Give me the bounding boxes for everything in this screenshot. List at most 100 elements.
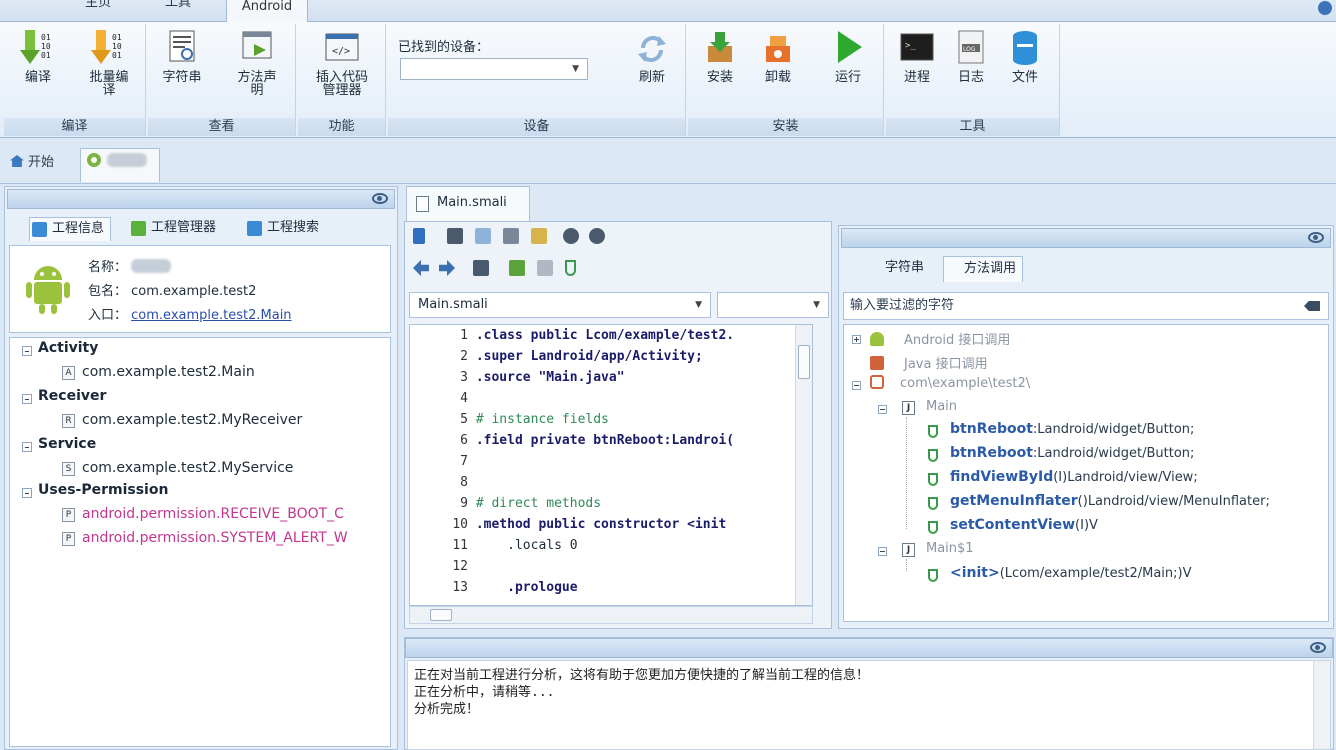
filter-input[interactable]: 输入要过滤的字符: [843, 292, 1329, 320]
install-button[interactable]: 安装: [692, 28, 748, 84]
tree-service[interactable]: Service: [38, 436, 96, 452]
strings-button[interactable]: 字符串: [154, 28, 210, 84]
strings-label: 字符串: [162, 70, 202, 85]
editor-tab-main-smali[interactable]: Main.smali: [406, 186, 530, 222]
eye-icon[interactable]: [372, 193, 388, 204]
tree-receiver-item[interactable]: Rcom.example.test2.MyReceiver: [62, 412, 302, 428]
tab-start[interactable]: 开始: [4, 150, 60, 178]
insert-code-manager-button[interactable]: </> 插入代码管理器: [304, 28, 380, 97]
editor-horizontal-scrollbar[interactable]: [409, 606, 813, 624]
tab-strings[interactable]: 字符串: [865, 256, 924, 282]
code-line: 9 # direct methods: [410, 493, 601, 514]
collapse-icon[interactable]: [878, 405, 887, 414]
uninstall-button[interactable]: 卸载: [750, 28, 806, 84]
method-call-tree: Android 接口调用 Java 接口调用 com\example\test2…: [843, 324, 1329, 622]
code-text: .class public Lcom/example/test2.: [475, 328, 735, 343]
paste-icon[interactable]: [531, 228, 547, 244]
tree-permission-item[interactable]: Pandroid.permission.RECEIVE_BOOT_C: [62, 506, 344, 522]
collapse-icon[interactable]: [852, 381, 861, 390]
log-button[interactable]: LOG 日志: [944, 28, 998, 84]
code-editor[interactable]: 1 .class public Lcom/example/test2. 2 .s…: [409, 324, 813, 606]
member-select[interactable]: ▼: [717, 292, 829, 318]
tab-project-manager[interactable]: 工程管理器: [129, 217, 216, 241]
undo-icon[interactable]: [563, 228, 579, 244]
file-select[interactable]: Main.smali ▼: [409, 292, 711, 318]
tree-receiver[interactable]: Receiver: [38, 388, 106, 404]
document-tab-bar: 开始: [0, 138, 1336, 184]
tree-class-main1[interactable]: Main$1: [926, 541, 974, 556]
tab-tools[interactable]: 工具: [150, 0, 206, 18]
run-button[interactable]: 运行: [820, 28, 876, 84]
editor-vertical-scrollbar[interactable]: [795, 325, 812, 605]
format-icon[interactable]: [473, 260, 489, 276]
method-name: findViewById: [950, 469, 1054, 485]
tree-activity[interactable]: Activity: [38, 340, 98, 356]
entry-label: 入口：: [88, 308, 128, 323]
output-scrollbar[interactable]: [1313, 661, 1330, 749]
method-signature: (I)Landroid/view/View;: [1053, 470, 1198, 485]
batch-compile-button[interactable]: 01 10 01 批量编译: [78, 28, 140, 97]
expand-icon[interactable]: [852, 335, 861, 344]
clear-icon[interactable]: [1304, 301, 1320, 311]
entry-link[interactable]: com.example.test2.Main: [131, 308, 291, 323]
eye-icon[interactable]: [1310, 642, 1326, 653]
collapse-icon[interactable]: [22, 346, 32, 356]
tree-method[interactable]: <init>(Lcom/example/test2/Main;)V: [950, 565, 1192, 581]
cut-icon[interactable]: [503, 228, 519, 244]
tree-method[interactable]: getMenuInflater()Landroid/view/MenuInfla…: [950, 493, 1270, 509]
tree-service-item[interactable]: Scom.example.test2.MyService: [62, 460, 294, 476]
lock-icon[interactable]: [413, 228, 425, 244]
outline-icon[interactable]: [537, 260, 553, 276]
tree-method[interactable]: findViewById(I)Landroid/view/View;: [950, 469, 1198, 485]
tab-project-search[interactable]: 工程搜索: [245, 217, 319, 241]
method-signature: (Lcom/example/test2/Main;)V: [999, 566, 1192, 581]
search-icon: [247, 221, 262, 236]
compile-button[interactable]: 01 10 01 编译: [10, 28, 66, 84]
group-label-view: 查看: [148, 118, 295, 136]
tab-project-info[interactable]: 工程信息: [29, 217, 112, 241]
back-arrow-icon[interactable]: [413, 260, 429, 276]
tree-method[interactable]: btnReboot:Landroid/widget/Button;: [950, 445, 1194, 461]
device-select[interactable]: ▼: [400, 58, 588, 80]
tab-strings-label: 字符串: [885, 260, 925, 275]
scroll-thumb[interactable]: [798, 345, 810, 379]
code-text: .super Landroid/app/Activity;: [475, 349, 703, 364]
method-signature: :Landroid/widget/Button;: [1032, 446, 1195, 461]
tree-package[interactable]: com\example\test2\: [870, 375, 1030, 391]
process-button[interactable]: >_ 进程: [890, 28, 944, 84]
navigate-icon[interactable]: [509, 260, 525, 276]
collapse-icon[interactable]: [22, 394, 32, 404]
tab-project-search-label: 工程搜索: [267, 220, 320, 235]
copy-icon[interactable]: [475, 228, 491, 244]
help-icon[interactable]: [1318, 1, 1332, 15]
tab-method-calls[interactable]: 方法调用: [943, 256, 1024, 282]
tree-android-api[interactable]: Android 接口调用: [870, 329, 1010, 348]
method-declaration-button[interactable]: 方法声明: [228, 28, 286, 97]
tree-activity-item[interactable]: Acom.example.test2.Main: [62, 364, 255, 380]
method-icon: [928, 521, 938, 534]
tree-method[interactable]: btnReboot:Landroid/widget/Button;: [950, 421, 1194, 437]
redo-icon[interactable]: [589, 228, 605, 244]
install-label: 安装: [706, 70, 733, 85]
tree-method[interactable]: setContentView(I)V: [950, 517, 1098, 533]
process-label: 进程: [903, 70, 930, 85]
tab-android[interactable]: Android: [226, 0, 308, 23]
collapse-icon[interactable]: [22, 488, 32, 498]
tree-uses-permission[interactable]: Uses-Permission: [38, 482, 168, 498]
tree-java-api[interactable]: Java 接口调用: [870, 353, 988, 372]
forward-arrow-icon[interactable]: [439, 260, 455, 276]
eye-icon[interactable]: [1308, 232, 1324, 243]
save-icon[interactable]: [447, 228, 463, 244]
tab-home[interactable]: 主页: [70, 0, 126, 18]
scroll-thumb[interactable]: [430, 609, 452, 621]
collapse-icon[interactable]: [878, 547, 887, 556]
service-item-label: com.example.test2.MyService: [82, 460, 294, 476]
tab-project[interactable]: [80, 148, 160, 182]
method-icon[interactable]: [565, 260, 576, 276]
svg-text:10: 10: [112, 42, 122, 51]
files-button[interactable]: 文件: [998, 28, 1052, 84]
collapse-icon[interactable]: [22, 442, 32, 452]
tree-class-main[interactable]: Main: [926, 399, 957, 414]
refresh-button[interactable]: 刷新: [624, 28, 680, 84]
tree-permission-item[interactable]: Pandroid.permission.SYSTEM_ALERT_W: [62, 530, 348, 546]
